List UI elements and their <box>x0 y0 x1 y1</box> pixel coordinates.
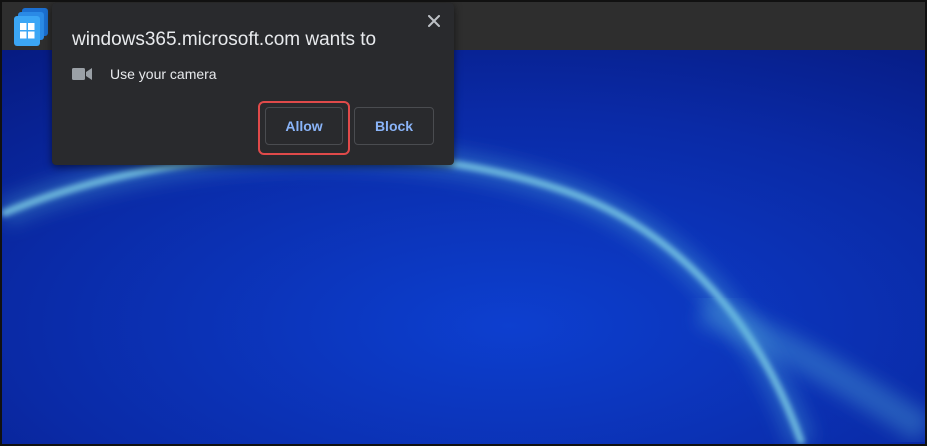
permission-row: Use your camera <box>72 63 217 85</box>
camera-icon <box>72 66 94 82</box>
permission-label: Use your camera <box>110 66 217 82</box>
windows365-app-icon <box>12 8 50 48</box>
permission-prompt: windows365.microsoft.com wants to Use yo… <box>52 3 454 165</box>
block-button[interactable]: Block <box>354 107 434 145</box>
close-icon <box>428 14 440 32</box>
prompt-title: windows365.microsoft.com wants to <box>72 29 377 50</box>
remote-desktop-window: windows365.microsoft.com wants to Use yo… <box>0 0 927 446</box>
close-button[interactable] <box>422 11 446 35</box>
allow-button[interactable]: Allow <box>265 107 343 145</box>
